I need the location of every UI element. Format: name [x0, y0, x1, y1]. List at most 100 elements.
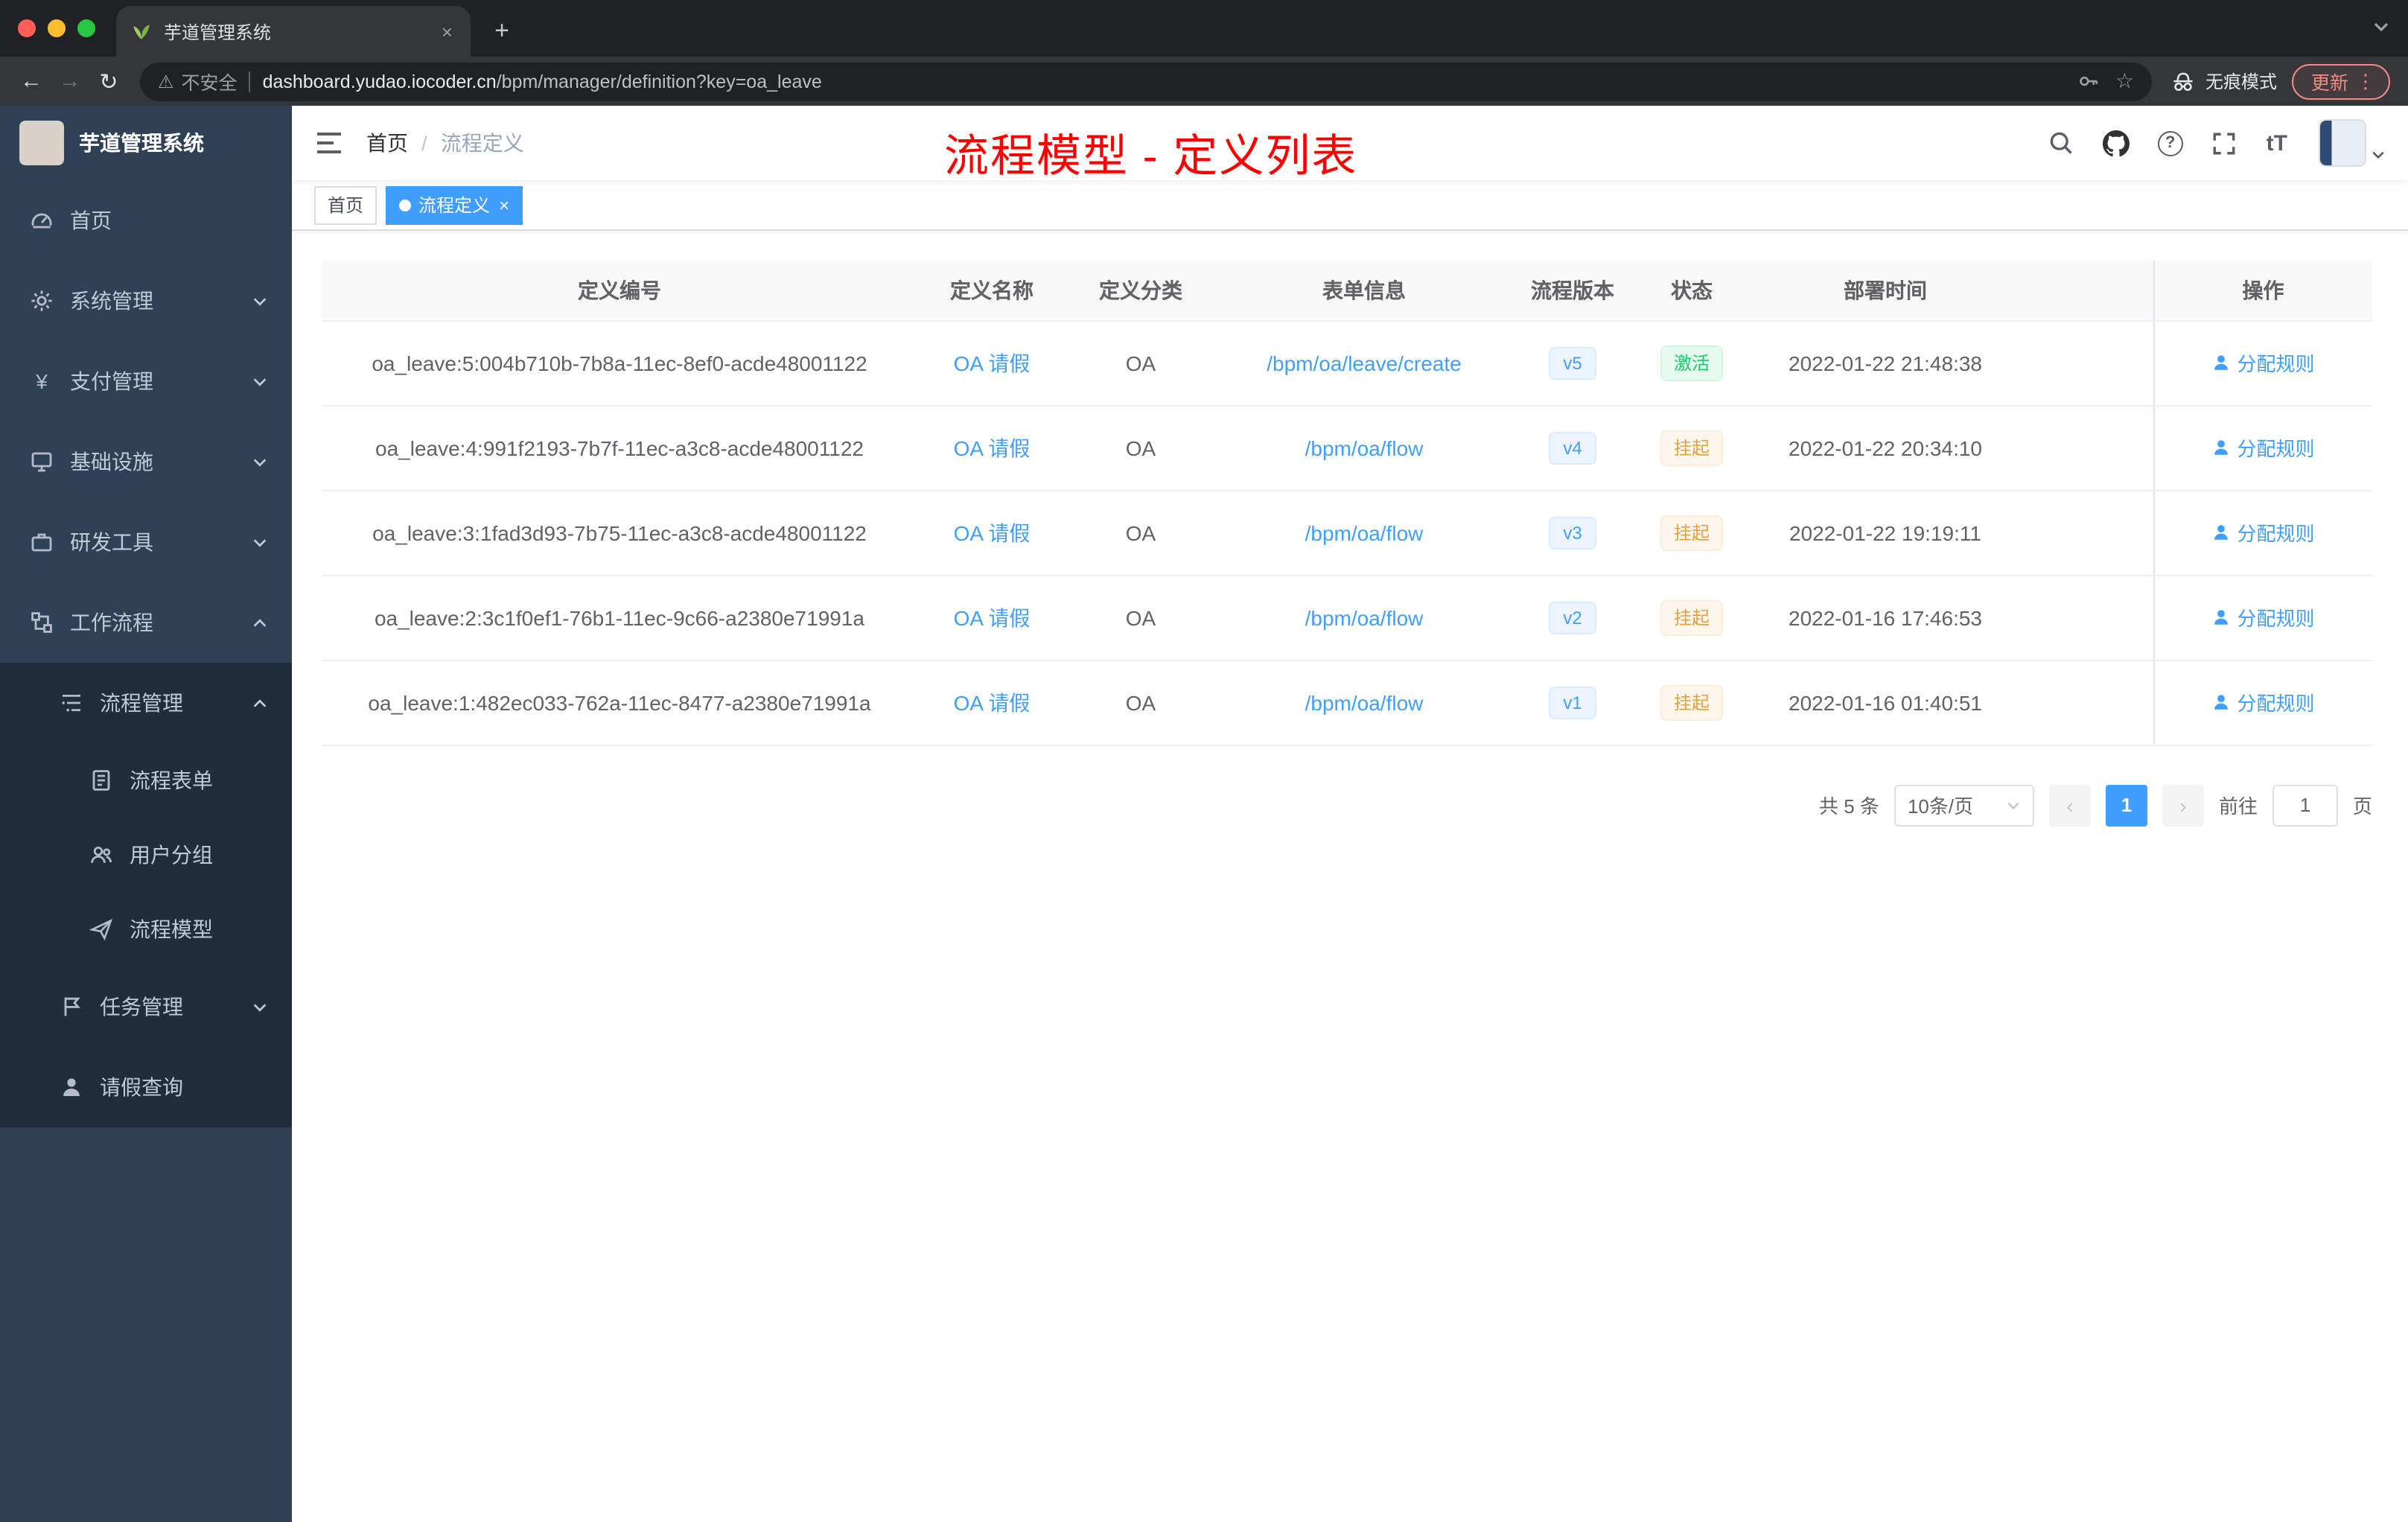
next-page-button[interactable]: › [2162, 784, 2204, 826]
form-link[interactable]: /bpm/oa/flow [1305, 436, 1424, 459]
browser-menu-kebab-icon[interactable]: ⋮ [2356, 69, 2375, 93]
assign-rule-link[interactable]: 分配规则 [2211, 433, 2315, 462]
not-secure-warning-icon: ⚠ [158, 71, 174, 92]
bookmark-star-icon[interactable]: ☆ [2115, 69, 2134, 94]
sidebar-item-infrastructure[interactable]: 基础设施 [0, 421, 292, 502]
browser-tab[interactable]: 芋道管理系统 × [116, 6, 471, 57]
sidebar-item-label: 流程管理 [100, 691, 183, 715]
navbar-actions: ? tT [2048, 119, 2386, 167]
deploy-time: 2022-01-16 17:46:53 [1751, 575, 2019, 660]
definition-id: oa_leave:2:3c1f0ef1-76b1-11ec-9c66-a2380… [322, 575, 917, 660]
sidebar-item-label: 流程模型 [130, 917, 213, 941]
definition-name-link[interactable]: OA 请假 [954, 351, 1031, 375]
avatar[interactable] [2319, 119, 2366, 167]
new-tab-button[interactable]: + [482, 12, 521, 51]
definition-id: oa_leave:4:991f2193-7b7f-11ec-a3c8-acde4… [322, 405, 917, 491]
browser-tab-strip: 芋道管理系统 × + [0, 0, 2408, 57]
deploy-time: 2022-01-22 20:34:10 [1751, 405, 2019, 491]
assign-rule-link[interactable]: 分配规则 [2211, 518, 2315, 547]
assign-rule-link[interactable]: 分配规则 [2211, 348, 2315, 377]
version-badge: v3 [1548, 516, 1597, 549]
goto-label: 前往 [2218, 795, 2258, 818]
table-row: oa_leave:1:482ec033-762a-11ec-8477-a2380… [322, 660, 2372, 745]
fullscreen-icon[interactable] [2211, 130, 2238, 156]
tag-process-definition[interactable]: 流程定义 × [386, 185, 523, 224]
sidebar-item-process-model[interactable]: 流程模型 [0, 892, 292, 967]
caret-down-icon [2372, 151, 2384, 159]
definition-name-link[interactable]: OA 请假 [954, 605, 1031, 629]
version-badge: v4 [1548, 431, 1597, 464]
window-controls [0, 0, 116, 57]
sidebar-item-task-management[interactable]: 任务管理 [0, 967, 292, 1047]
col-header-filler [2019, 261, 2153, 321]
status-badge: 挂起 [1660, 515, 1723, 550]
sidebar-item-home[interactable]: 首页 [0, 180, 292, 261]
update-chrome-button[interactable]: 更新 ⋮ [2291, 63, 2390, 99]
user-menu[interactable] [2319, 119, 2386, 167]
page-1-button[interactable]: 1 [2105, 784, 2147, 826]
prev-page-button[interactable]: ‹ [2048, 784, 2091, 826]
tab-search-chevron-icon[interactable] [2372, 18, 2390, 36]
search-icon[interactable] [2048, 130, 2074, 156]
users-icon [91, 846, 112, 863]
paper-plane-icon [89, 918, 113, 941]
minimize-window-button[interactable] [48, 19, 66, 37]
workflow-icon [31, 612, 52, 633]
sidebar-item-process-management[interactable]: 流程管理 [0, 663, 292, 743]
incognito-badge: 无痕模式 [2170, 68, 2277, 95]
definition-name-link[interactable]: OA 请假 [954, 520, 1031, 544]
page-size-value: 10条/页 [1907, 795, 1974, 818]
close-window-button[interactable] [18, 19, 36, 37]
form-link[interactable]: /bpm/oa/leave/create [1267, 351, 1462, 375]
chevron-up-icon [253, 618, 267, 626]
assign-rule-link[interactable]: 分配规则 [2211, 603, 2315, 631]
sidebar-item-workflow[interactable]: 工作流程 [0, 582, 292, 663]
sidebar-toggle-hamburger-icon[interactable] [314, 128, 344, 158]
breadcrumb-home[interactable]: 首页 [366, 128, 408, 158]
reload-button[interactable]: ↻ [89, 62, 128, 101]
active-dot [399, 199, 412, 211]
status-badge: 挂起 [1660, 430, 1723, 465]
password-key-icon[interactable] [2078, 70, 2100, 92]
maximize-window-button[interactable] [77, 19, 95, 37]
form-link[interactable]: /bpm/oa/flow [1305, 690, 1424, 714]
form-link[interactable]: /bpm/oa/flow [1305, 605, 1424, 629]
url-path: /bpm/manager/definition?key=oa_leave [496, 71, 822, 92]
sidebar-item-label: 系统管理 [70, 289, 153, 313]
page-size-select[interactable]: 10条/页 [1893, 784, 2034, 826]
version-badge: v2 [1548, 601, 1597, 634]
col-header-deploy-time: 部署时间 [1751, 261, 2019, 321]
person-icon [63, 1078, 80, 1096]
sidebar-item-dev-tools[interactable]: 研发工具 [0, 502, 292, 582]
font-size-icon[interactable]: tT [2267, 130, 2287, 156]
chevron-down-icon [253, 538, 267, 547]
form-link[interactable]: /bpm/oa/flow [1305, 520, 1424, 544]
back-button[interactable]: ← [12, 62, 51, 101]
sidebar-item-leave-query[interactable]: 请假查询 [0, 1047, 292, 1127]
sidebar-item-user-groups[interactable]: 用户分组 [0, 818, 292, 892]
definition-id: oa_leave:5:004b710b-7b8a-11ec-8ef0-acde4… [322, 320, 917, 406]
tag-home[interactable]: 首页 [314, 185, 378, 224]
assign-rule-link[interactable]: 分配规则 [2211, 688, 2315, 716]
tab-close-icon[interactable]: × [439, 20, 456, 42]
definition-name-link[interactable]: OA 请假 [954, 436, 1031, 459]
sidebar-item-process-form[interactable]: 流程表单 [0, 743, 292, 818]
definition-category: OA [1066, 490, 1215, 576]
definition-name-link[interactable]: OA 请假 [954, 690, 1031, 714]
sidebar-item-system[interactable]: 系统管理 [0, 261, 292, 341]
github-icon[interactable] [2102, 130, 2130, 156]
workflow-submenu: 流程管理 流程表单 用户分组 流程模型 任务管理 请假查询 [0, 663, 292, 1127]
help-question-icon[interactable]: ? [2157, 130, 2183, 156]
prev-icon: ‹ [2066, 793, 2074, 817]
goto-suffix: 页 [2352, 795, 2372, 818]
sidebar-item-label: 基础设施 [70, 450, 153, 474]
app-logo[interactable]: 芋道管理系统 [0, 106, 292, 180]
sidebar-item-payment[interactable]: ¥ 支付管理 [0, 341, 292, 421]
deploy-time: 2022-01-22 21:48:38 [1751, 320, 2019, 406]
update-label: 更新 [2310, 73, 2348, 94]
tag-close-icon[interactable]: × [499, 194, 509, 215]
person-icon [2214, 525, 2229, 540]
goto-page-input[interactable] [2272, 784, 2338, 826]
form-document-icon [92, 770, 110, 791]
address-bar[interactable]: ⚠ 不安全 dashboard.yudao.iocoder.cn/bpm/man… [140, 62, 2152, 101]
